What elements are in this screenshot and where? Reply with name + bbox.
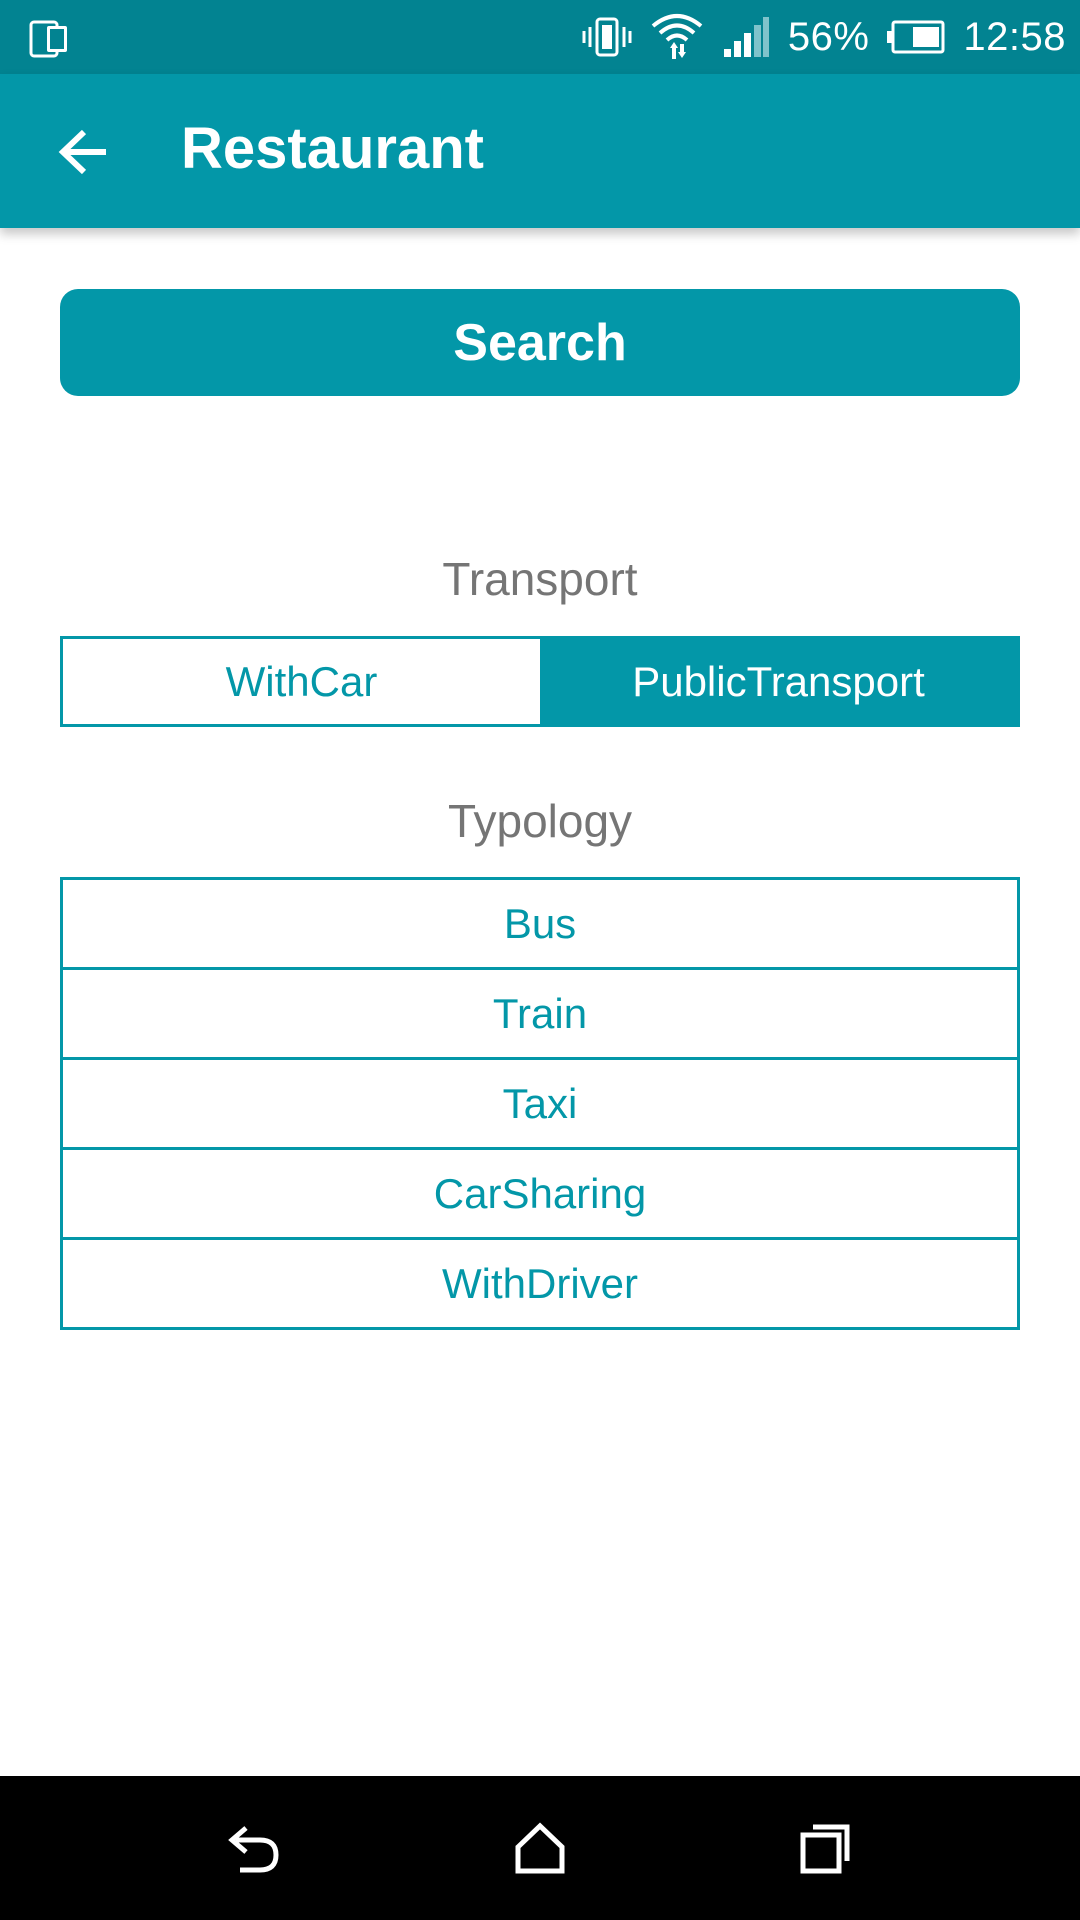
clock: 12:58: [963, 14, 1066, 59]
typology-option-carsharing[interactable]: CarSharing: [63, 1150, 1017, 1240]
status-bar: 56% 12:58: [0, 0, 1080, 74]
app-bar: Restaurant: [0, 74, 1080, 228]
typology-option-withdriver[interactable]: WithDriver: [63, 1240, 1017, 1327]
search-button[interactable]: Search: [60, 289, 1020, 396]
navigation-bar: [0, 1776, 1080, 1920]
transport-segmented-control: WithCar PublicTransport: [60, 636, 1020, 727]
wifi-icon: [651, 14, 703, 59]
arrow-back-icon: [58, 129, 106, 175]
typology-list: Bus Train Taxi CarSharing WithDriver: [60, 877, 1020, 1330]
page-title: Restaurant: [181, 116, 484, 181]
typology-option-train[interactable]: Train: [63, 970, 1017, 1060]
signal-icon: [723, 17, 769, 57]
recents-icon: [800, 1824, 850, 1874]
back-button[interactable]: [50, 118, 118, 186]
screen-mirror-icon: [29, 20, 67, 58]
status-icons: 56% 12:58: [582, 0, 1066, 74]
transport-label: Transport: [442, 553, 638, 605]
home-icon: [515, 1822, 565, 1874]
typology-label: Typology: [447, 795, 633, 847]
nav-recents-button[interactable]: [790, 1812, 862, 1884]
typology-option-bus[interactable]: Bus: [63, 880, 1017, 970]
nav-back-button[interactable]: [218, 1812, 290, 1884]
battery-icon: [887, 20, 945, 54]
vibrate-icon: [582, 17, 632, 57]
transport-option-withcar[interactable]: WithCar: [63, 639, 540, 724]
nav-home-button[interactable]: [504, 1812, 576, 1884]
back-icon: [228, 1826, 279, 1873]
typology-option-taxi[interactable]: Taxi: [63, 1060, 1017, 1150]
battery-percent: 56%: [787, 14, 870, 59]
transport-option-publictransport[interactable]: PublicTransport: [540, 639, 1017, 724]
